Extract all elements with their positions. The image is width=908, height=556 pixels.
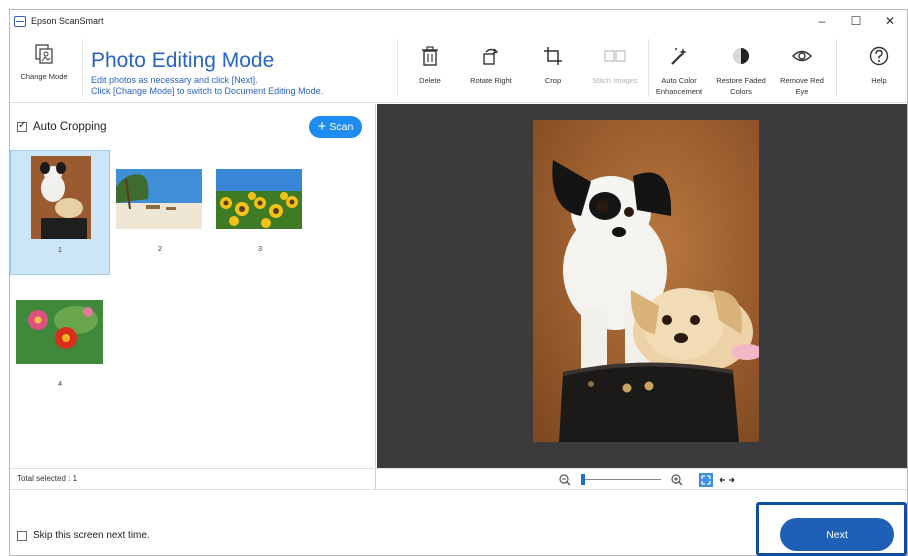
mode-desc-line1: Edit photos as necessary and click [Next… bbox=[91, 75, 258, 85]
actual-size-icon[interactable] bbox=[719, 475, 735, 485]
skip-screen-checkbox[interactable] bbox=[17, 530, 27, 541]
ribbon-divider bbox=[397, 39, 398, 97]
flowers-thumbnail-image bbox=[16, 300, 103, 364]
crop-icon bbox=[544, 47, 562, 65]
footer-bar: Skip this screen next time. Next bbox=[10, 489, 907, 556]
ribbon-divider bbox=[82, 39, 83, 97]
remove-red-eye-label: Remove Red Eye bbox=[780, 76, 824, 96]
skip-screen-toggle[interactable]: Skip this screen next time. bbox=[17, 530, 150, 541]
thumbnail-number: 3 bbox=[257, 244, 263, 253]
rotate-right-button[interactable]: Rotate Right bbox=[460, 33, 522, 103]
preview-photo bbox=[533, 120, 759, 442]
app-window: Epson ScanSmart – ☐ ✕ Change Mode Photo … bbox=[9, 9, 908, 556]
scan-label: Scan bbox=[329, 121, 354, 133]
sunflowers-thumbnail-image bbox=[216, 169, 302, 229]
minimize-button[interactable]: – bbox=[805, 10, 839, 32]
crop-label: Crop bbox=[544, 76, 562, 85]
next-button[interactable]: Next bbox=[780, 518, 894, 551]
fit-to-window-icon[interactable] bbox=[699, 473, 713, 487]
zoom-slider-handle[interactable] bbox=[581, 474, 585, 485]
help-icon bbox=[869, 46, 889, 66]
thumbnail-number: 1 bbox=[57, 245, 63, 254]
crop-button[interactable]: Crop bbox=[522, 33, 584, 103]
help-button[interactable]: Help bbox=[848, 33, 908, 103]
auto-cropping-toggle[interactable]: Auto Cropping bbox=[17, 120, 107, 133]
maximize-button[interactable]: ☐ bbox=[839, 10, 873, 32]
thumbnail-4[interactable]: 4 bbox=[10, 276, 110, 401]
change-mode-icon bbox=[35, 44, 53, 64]
zoom-bar bbox=[377, 468, 907, 489]
ribbon-toolbar: Change Mode Photo Editing Mode Edit phot… bbox=[10, 33, 907, 103]
thumbnail-2[interactable]: 2 bbox=[110, 150, 210, 275]
total-selected: Total selected : 1 bbox=[17, 474, 78, 483]
thumbnail-number: 4 bbox=[57, 379, 63, 388]
eye-icon bbox=[792, 50, 812, 62]
mode-desc-line2: Click [Change Mode] to switch to Documen… bbox=[91, 86, 324, 96]
restore-faded-label: Restore Faded Colors bbox=[716, 76, 766, 96]
mode-title: Photo Editing Mode bbox=[91, 49, 275, 72]
ribbon-divider bbox=[836, 39, 837, 97]
zoom-in-icon[interactable] bbox=[671, 474, 683, 486]
stitch-images-label: Stitch Images bbox=[592, 76, 638, 85]
restore-faded-colors-button[interactable]: Restore Faded Colors bbox=[710, 33, 772, 103]
scanner-app-icon bbox=[14, 15, 26, 27]
selection-status-bar: Total selected : 1 bbox=[10, 468, 376, 489]
beach-thumbnail-image bbox=[116, 169, 202, 229]
plus-icon: + bbox=[317, 118, 327, 135]
auto-cropping-label: Auto Cropping bbox=[33, 121, 107, 133]
rotate-right-label: Rotate Right bbox=[470, 76, 512, 85]
magic-wand-icon bbox=[671, 48, 687, 65]
close-button[interactable]: ✕ bbox=[873, 10, 907, 32]
change-mode-label: Change Mode bbox=[20, 72, 68, 81]
auto-color-label: Auto Color Enhancement bbox=[655, 76, 703, 96]
thumbnail-1[interactable]: 1 bbox=[10, 150, 110, 275]
delete-label: Delete bbox=[419, 76, 441, 85]
trash-icon bbox=[422, 46, 438, 66]
thumbnail-3[interactable]: 3 bbox=[210, 150, 310, 275]
delete-button[interactable]: Delete bbox=[399, 33, 461, 103]
auto-color-enhancement-button[interactable]: Auto Color Enhancement bbox=[648, 33, 710, 103]
remove-red-eye-button[interactable]: Remove Red Eye bbox=[771, 33, 833, 103]
thumbnail-number: 2 bbox=[157, 244, 163, 253]
zoom-slider-track[interactable] bbox=[581, 479, 661, 480]
thumbnail-pane: Auto Cropping + Scan 1 bbox=[10, 104, 376, 489]
preview-pane bbox=[377, 104, 907, 468]
dogs-thumbnail-image bbox=[31, 156, 91, 239]
help-label: Help bbox=[871, 76, 887, 85]
window-title: Epson ScanSmart bbox=[31, 16, 104, 26]
skip-screen-label: Skip this screen next time. bbox=[33, 530, 150, 541]
change-mode-button[interactable]: Change Mode bbox=[14, 33, 74, 103]
auto-cropping-checkbox[interactable] bbox=[17, 120, 27, 132]
stitch-icon bbox=[604, 50, 626, 62]
stitch-images-button[interactable]: Stitch Images bbox=[584, 33, 646, 103]
restore-colors-icon bbox=[733, 48, 749, 64]
rotate-right-icon bbox=[483, 48, 499, 65]
zoom-out-icon[interactable] bbox=[559, 474, 571, 486]
scan-button[interactable]: + Scan bbox=[309, 116, 362, 138]
title-bar: Epson ScanSmart – ☐ ✕ bbox=[10, 10, 907, 32]
mode-description: Edit photos as necessary and click [Next… bbox=[91, 75, 323, 97]
